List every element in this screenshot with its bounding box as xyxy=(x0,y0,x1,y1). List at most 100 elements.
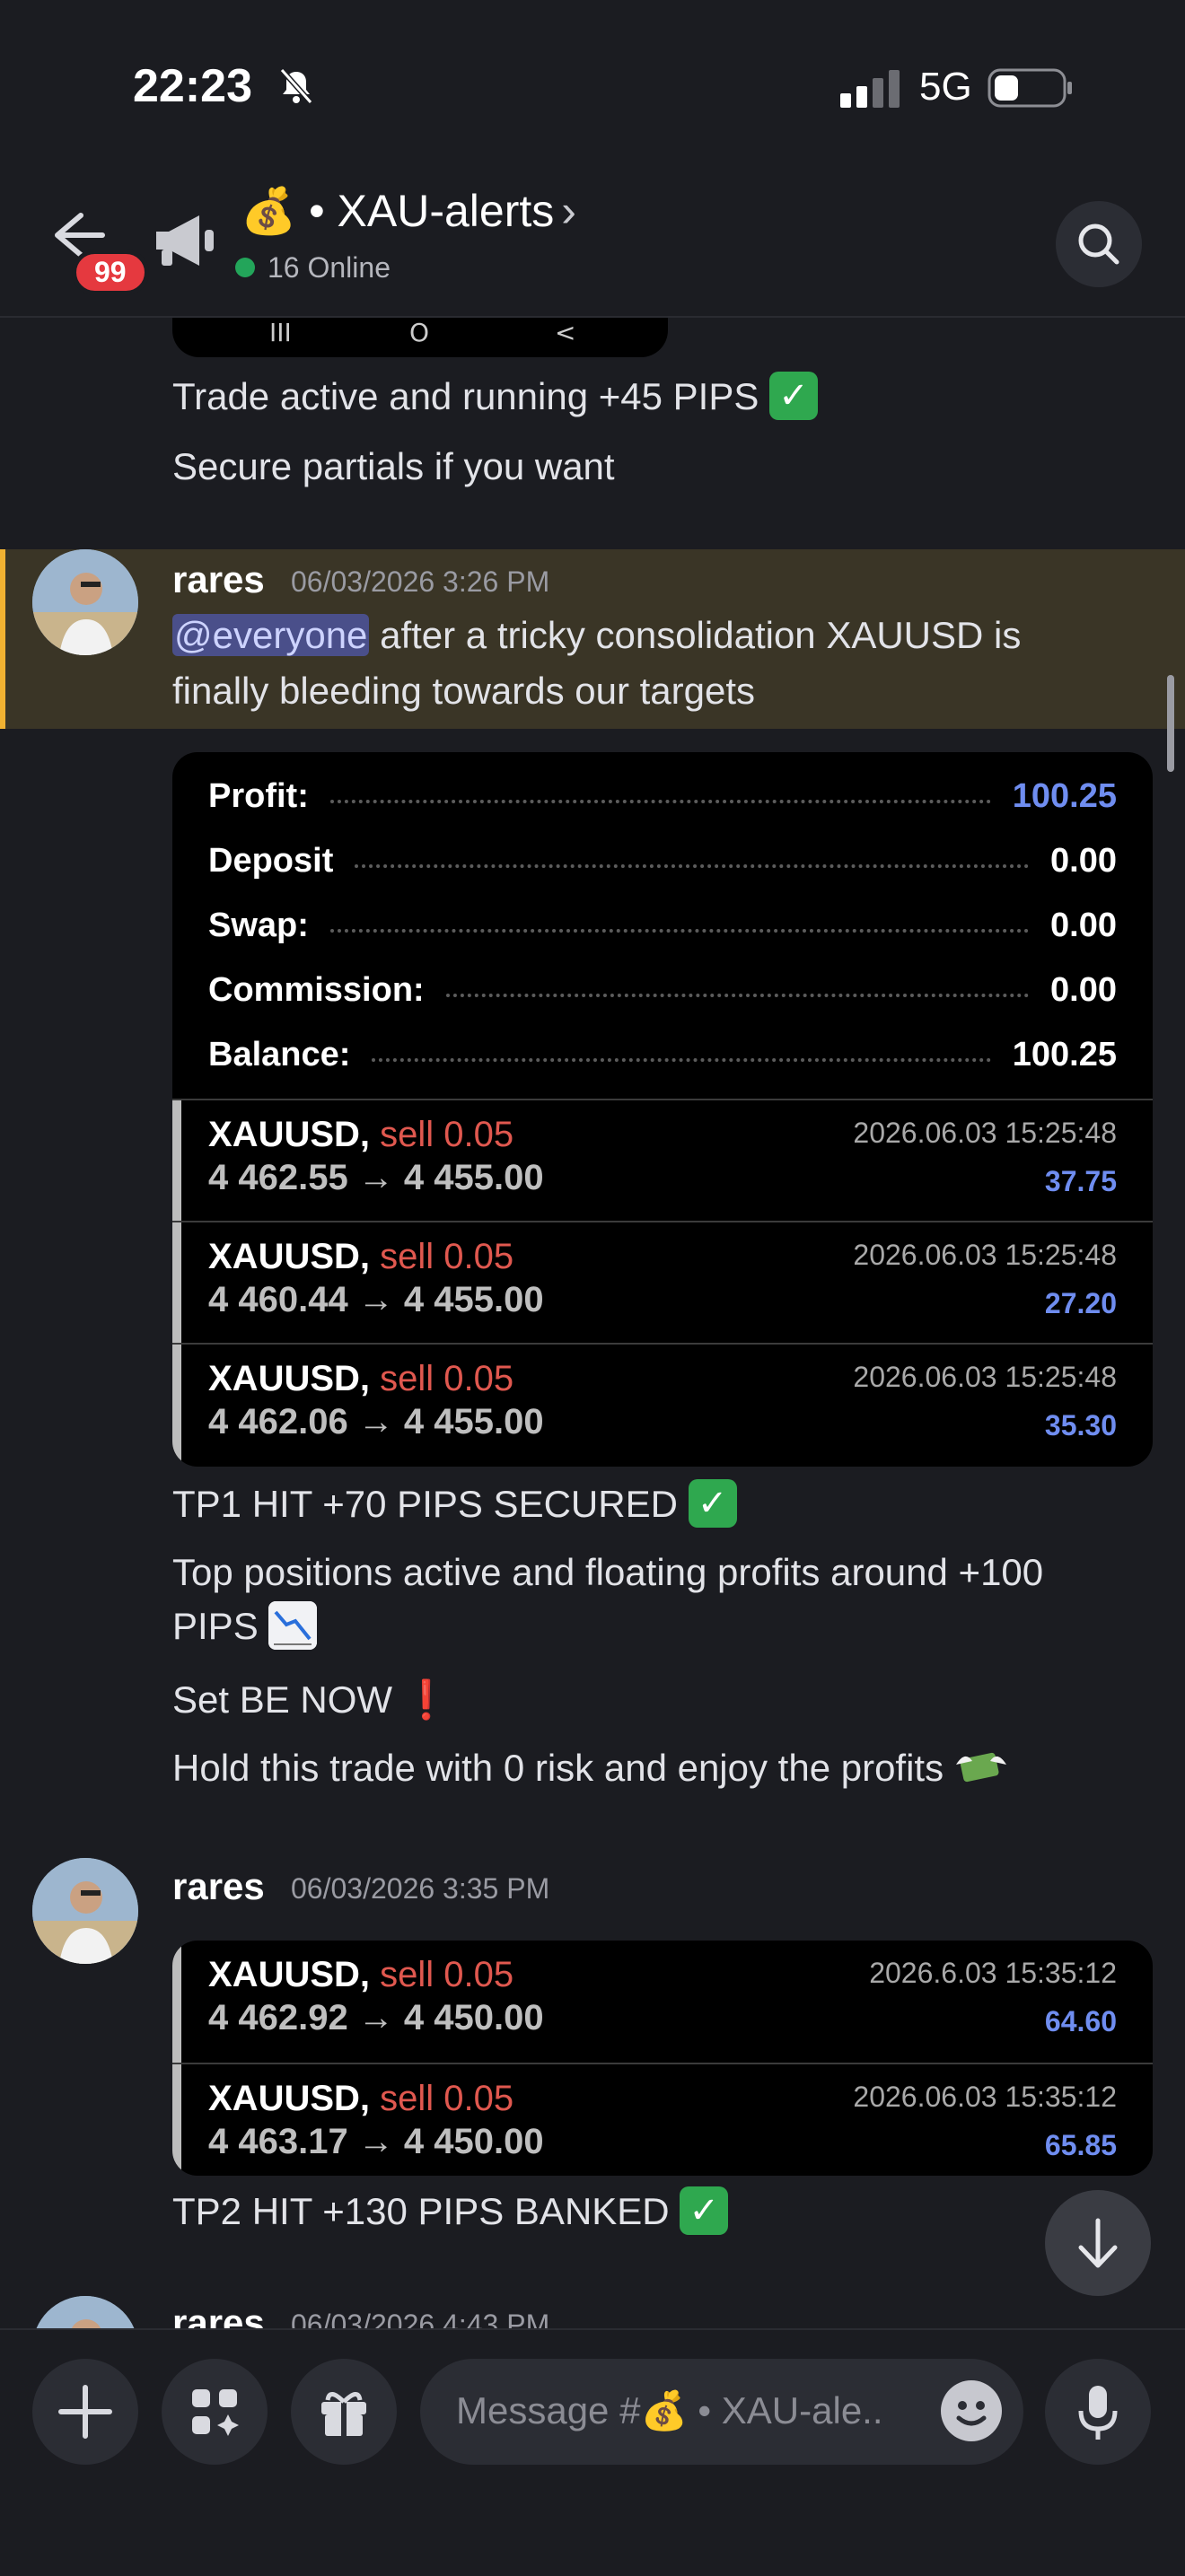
summary-label: Profit: xyxy=(208,776,309,815)
megaphone-icon xyxy=(156,215,214,266)
add-attachment-button[interactable] xyxy=(32,2359,138,2465)
dotted-leader xyxy=(355,864,1030,868)
message-author[interactable]: rares xyxy=(172,2301,265,2328)
message-text: Secure partials if you want xyxy=(172,445,615,487)
channel-header: 99 💰 • XAU-alerts › 16 Online xyxy=(0,171,1185,318)
trade-side: sell 0.05 xyxy=(380,1237,514,1276)
online-status: 16 Online xyxy=(235,251,391,285)
symbol-text: XAUUSD, xyxy=(208,1955,371,1994)
trade-datetime: 2026.06.03 15:25:48 xyxy=(853,1239,1117,1271)
chart-decreasing-icon xyxy=(268,1601,318,1650)
message-text: @everyone after a tricky consolidation X… xyxy=(172,614,1021,657)
summary-value: 100.25 xyxy=(1012,776,1117,815)
jump-to-bottom-button[interactable] xyxy=(1045,2190,1151,2296)
symbol-text: XAUUSD, xyxy=(208,1359,371,1398)
dotted-leader xyxy=(329,800,991,803)
message-author[interactable]: rares xyxy=(172,558,265,601)
trade-symbol: XAUUSD, sell 0.05 xyxy=(208,1237,514,1277)
message-line: Hold this trade with 0 risk and enjoy th… xyxy=(172,1747,944,1790)
trade-profit: 64.60 xyxy=(1044,2005,1117,2037)
trade-prices: 4 463.17 → 4 450.00 xyxy=(208,2122,544,2161)
message-text: PIPS xyxy=(172,1601,318,1653)
status-time: 22:23 xyxy=(133,60,252,112)
message-composer: Message #💰 • XAU-ale.. xyxy=(0,2328,1185,2576)
apps-button[interactable] xyxy=(162,2359,268,2465)
battery-icon xyxy=(988,68,1072,108)
message-text: Hold this trade with 0 risk and enjoy th… xyxy=(172,1747,1008,1795)
message-line: PIPS xyxy=(172,1605,259,1648)
summary-value: 100.25 xyxy=(1012,1035,1117,1073)
trade-datetime: 2026.06.03 15:25:48 xyxy=(853,1117,1117,1149)
message-timestamp: 06/03/2026 3:35 PM xyxy=(291,1872,550,1905)
check-mark-icon: ✓ xyxy=(688,1479,737,1528)
trade-screenshot-image[interactable]: XAUUSD, sell 0.05 4 462.92 → 4 450.00 20… xyxy=(172,1941,1153,2176)
message-placeholder: Message #💰 • XAU-ale.. xyxy=(456,2389,883,2431)
summary-row-profit: Profit: 100.25 xyxy=(208,774,1117,819)
summary-row-swap: Swap: 0.00 xyxy=(208,903,1117,948)
message-text: Top positions active and floating profit… xyxy=(172,1551,1044,1593)
mention-everyone[interactable]: @everyone xyxy=(172,614,370,656)
message-line: Trade active and running +45 PIPS xyxy=(172,375,759,418)
avatar[interactable] xyxy=(32,549,138,655)
trade-profit: 37.75 xyxy=(1044,1165,1117,1197)
symbol-text: XAUUSD, xyxy=(208,1237,371,1276)
trade-row: XAUUSD, sell 0.05 4 462.92 → 4 450.00 20… xyxy=(172,1941,1153,2063)
scrollbar-thumb[interactable] xyxy=(1167,675,1174,772)
summary-row-deposit: Deposit 0.00 xyxy=(208,838,1117,883)
message-feed[interactable]: III O < Trade active and running +45 PIP… xyxy=(0,318,1185,2328)
message-text: Set BE NOW ❗ xyxy=(172,1678,450,1722)
symbol-text: XAUUSD, xyxy=(208,1115,371,1154)
trade-row: XAUUSD, sell 0.05 4 463.17 → 4 450.00 20… xyxy=(172,2063,1153,2176)
search-icon xyxy=(1078,223,1119,265)
smiley-icon xyxy=(956,2401,987,2426)
unread-badge: 99 xyxy=(72,250,149,295)
avatar[interactable] xyxy=(32,1858,138,1964)
trade-side: sell 0.05 xyxy=(380,1115,514,1154)
gift-button[interactable] xyxy=(291,2359,397,2465)
apps-icon xyxy=(192,2389,239,2436)
trade-side: sell 0.05 xyxy=(380,2079,514,2118)
trade-prices: 4 460.44 → 4 455.00 xyxy=(208,1280,544,1319)
avatar-photo xyxy=(32,2296,138,2328)
trade-row-marker xyxy=(172,1345,181,1467)
trade-profit: 65.85 xyxy=(1044,2129,1117,2161)
microphone-icon xyxy=(1078,2386,1118,2440)
message-text: Trade active and running +45 PIPS ✓ xyxy=(172,372,819,424)
message-timestamp: 06/03/2026 3:26 PM xyxy=(291,565,550,598)
channel-title[interactable]: 💰 • XAU-alerts › xyxy=(241,185,576,238)
summary-value: 0.00 xyxy=(1050,970,1117,1009)
nav-glyph-recents: III xyxy=(269,318,292,347)
message-input[interactable]: Message #💰 • XAU-ale.. xyxy=(420,2359,1023,2465)
trade-prices: 4 462.92 → 4 450.00 xyxy=(208,1998,544,2037)
cellular-signal-icon xyxy=(840,70,900,108)
dotted-leader xyxy=(329,929,1030,933)
trade-screenshot-image[interactable]: Profit: 100.25 Deposit 0.00 Swap: 0.00 Comm… xyxy=(172,752,1153,1467)
summary-row-balance: Balance: 100.25 xyxy=(208,1032,1117,1077)
chevron-right-icon: › xyxy=(561,186,576,236)
trade-prices: 4 462.06 → 4 455.00 xyxy=(208,1402,544,1441)
dotted-leader xyxy=(445,994,1030,997)
trade-row-marker xyxy=(172,1941,181,2063)
trade-row-marker xyxy=(172,2064,181,2176)
trade-row: XAUUSD, sell 0.05 4 462.06 → 4 455.00 20… xyxy=(172,1343,1153,1467)
voice-message-button[interactable] xyxy=(1045,2359,1151,2465)
bell-muted-icon xyxy=(279,68,313,104)
network-type: 5G xyxy=(919,65,972,109)
emoji-button[interactable] xyxy=(941,2380,1002,2441)
trade-row-marker xyxy=(172,1222,181,1345)
trade-profit: 27.20 xyxy=(1044,1287,1117,1319)
trade-datetime: 2026.06.03 15:35:12 xyxy=(853,2081,1117,2113)
online-count: 16 Online xyxy=(268,251,391,284)
trade-row: XAUUSD, sell 0.05 4 460.44 → 4 455.00 20… xyxy=(172,1221,1153,1345)
message-line: TP2 HIT +130 PIPS BANKED xyxy=(172,2190,670,2233)
summary-label: Swap: xyxy=(208,906,309,944)
message-text: TP2 HIT +130 PIPS BANKED ✓ xyxy=(172,2186,729,2239)
search-button[interactable] xyxy=(1056,201,1142,287)
trade-row: XAUUSD, sell 0.05 4 462.55 → 4 455.00 20… xyxy=(172,1099,1153,1222)
message-author[interactable]: rares xyxy=(172,1865,265,1908)
trade-row-marker xyxy=(172,1100,181,1222)
avatar[interactable] xyxy=(32,2296,138,2328)
nav-glyph-home: O xyxy=(409,318,430,347)
online-dot-icon xyxy=(235,257,255,277)
trade-prices: 4 462.55 → 4 455.00 xyxy=(208,1158,544,1197)
